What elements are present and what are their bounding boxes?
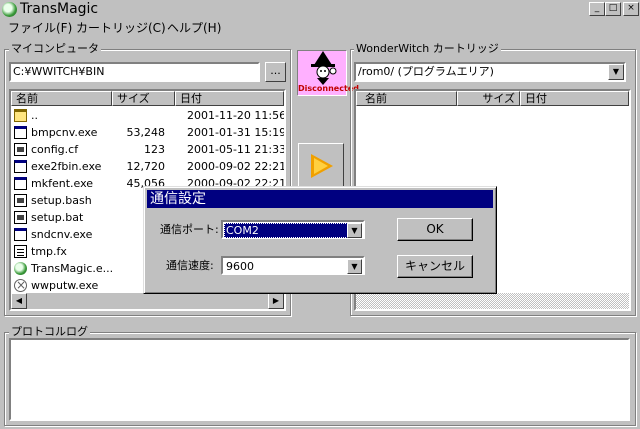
speed-select[interactable]: 9600 ▼: [221, 256, 365, 275]
maximize-button[interactable]: □: [605, 2, 621, 16]
file-row[interactable]: exe2fbin.exe12,7202000-09-02 22:21:32: [11, 158, 284, 175]
app-globe-icon: [2, 2, 17, 17]
globe-icon: [14, 262, 27, 275]
doc-icon: [14, 194, 27, 207]
scroll-left-button[interactable]: ◀: [11, 293, 27, 309]
menu-cartridge[interactable]: カートリッジ(C): [72, 20, 170, 36]
menu-bar: ファイル(F) カートリッジ(C) ヘルプ(H): [0, 19, 640, 37]
file-row[interactable]: config.cf1232001-05-11 21:33:24: [11, 141, 284, 158]
exe-icon: [14, 228, 27, 241]
chevron-down-icon[interactable]: ▼: [608, 64, 624, 80]
witch-mascot-icon: [311, 51, 337, 85]
exe-icon: [14, 160, 27, 173]
cancel-button[interactable]: キャンセル: [397, 255, 473, 278]
local-group-label: マイコンピュータ: [9, 42, 101, 55]
port-select[interactable]: COM2 ▼: [221, 220, 365, 239]
column-header-size[interactable]: サイズ: [112, 91, 175, 106]
title-bar[interactable]: TransMagic _ □ ×: [0, 0, 640, 19]
noimage-icon: [14, 277, 27, 294]
minimize-button[interactable]: _: [589, 2, 605, 16]
chevron-down-icon[interactable]: ▼: [347, 223, 362, 238]
column-header-date[interactable]: 日付: [175, 91, 284, 106]
window-title: TransMagic: [20, 1, 99, 17]
arrow-right-icon: [311, 154, 333, 178]
local-hscrollbar[interactable]: ◀ ▶: [11, 293, 284, 309]
local-path-input[interactable]: C:¥WWITCH¥BIN: [9, 62, 260, 82]
column-header-name[interactable]: 名前: [11, 91, 112, 106]
ok-button[interactable]: OK: [397, 218, 473, 241]
speed-label: 通信速度:: [166, 259, 214, 272]
cartridge-area-value: /rom0/ (プログラムエリア): [358, 65, 494, 78]
file-row[interactable]: bmpcnv.exe53,2482001-01-31 15:19:44: [11, 124, 284, 141]
doc-icon: [14, 211, 27, 224]
file-row[interactable]: ..2001-11-20 11:56:30: [11, 107, 284, 124]
cart-column-header-size[interactable]: サイズ: [457, 91, 520, 106]
connection-status-indicator[interactable]: Disconnected: [297, 50, 359, 96]
port-label: 通信ポート:: [160, 223, 219, 236]
cart-column-header-date[interactable]: 日付: [520, 91, 629, 106]
scroll-right-button[interactable]: ▶: [268, 293, 284, 309]
exe-icon: [14, 177, 27, 190]
folder-icon: [14, 109, 27, 122]
chevron-down-icon[interactable]: ▼: [347, 259, 362, 274]
cart-column-header-name[interactable]: 名前: [356, 91, 457, 106]
close-button[interactable]: ×: [623, 2, 639, 16]
txt-icon: [14, 245, 27, 258]
speed-select-value: 9600: [226, 260, 254, 273]
menu-help[interactable]: ヘルプ(H): [163, 20, 225, 36]
dialog-title[interactable]: 通信設定: [147, 190, 493, 208]
cartridge-group-label: WonderWitch カートリッジ: [354, 42, 501, 55]
exe-icon: [14, 126, 27, 139]
cartridge-area-select[interactable]: /rom0/ (プログラムエリア) ▼: [354, 62, 626, 82]
browse-button[interactable]: ...: [265, 62, 286, 82]
connection-status-text: Disconnected: [298, 84, 359, 93]
upload-button[interactable]: [298, 143, 344, 187]
protocol-log-textarea[interactable]: [9, 338, 630, 421]
log-group-label: プロトコルログ: [9, 325, 90, 338]
port-select-value: COM2: [224, 223, 348, 238]
doc-icon: [14, 143, 27, 156]
cartridge-hscrollbar[interactable]: [356, 293, 629, 309]
comm-settings-dialog: 通信設定 通信ポート: COM2 ▼ 通信速度: 9600 ▼ OK キャンセル: [143, 186, 497, 294]
menu-file[interactable]: ファイル(F): [4, 20, 76, 36]
